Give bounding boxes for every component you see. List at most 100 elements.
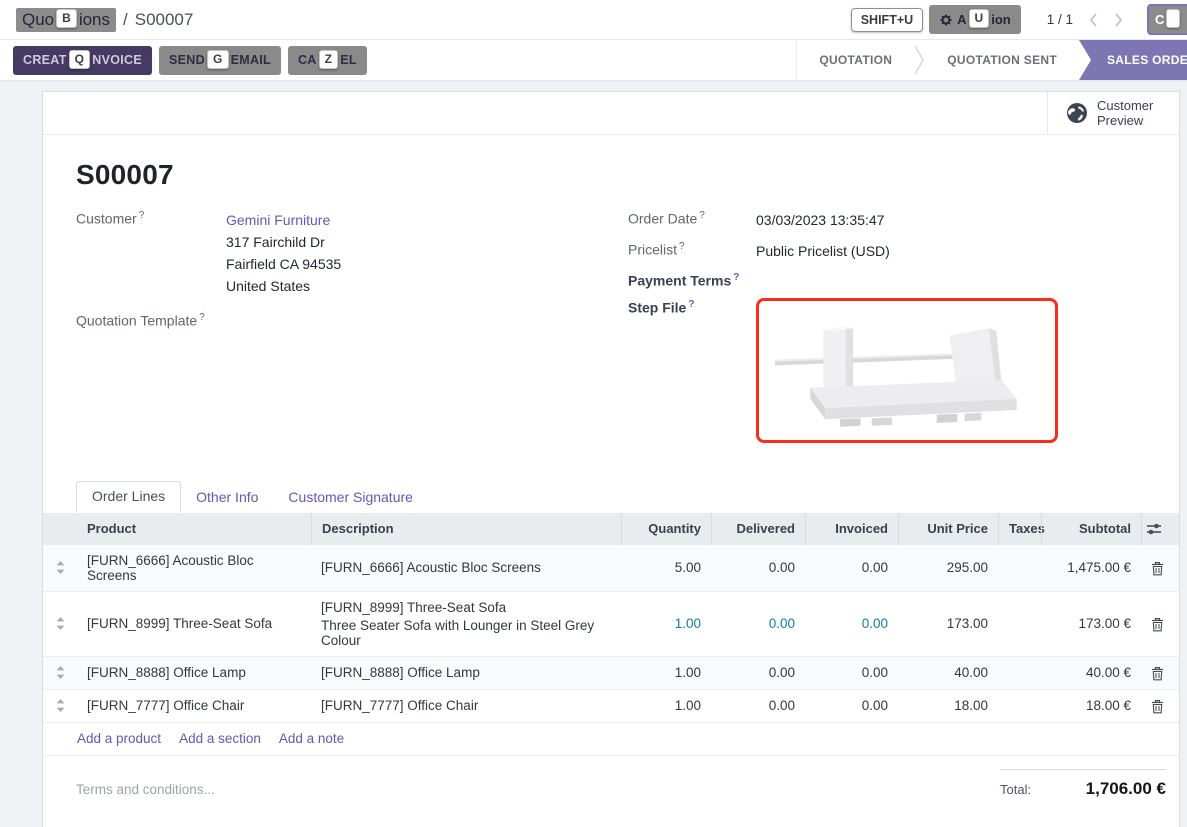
help-icon: ? [199,312,205,323]
stage-sales-order[interactable]: SALES ORDER [1079,40,1187,80]
cell-subtotal: 1,475.00 € [1041,552,1141,583]
trash-icon [1151,666,1164,681]
column-header-product[interactable]: Product [77,513,311,545]
terms-input[interactable]: Terms and conditions... [76,769,215,799]
control-panel: QuoBions / S00007 SHIFT+U AUion 1 / 1 C [0,0,1187,40]
customer-address-line: 317 Fairchild Dr [226,231,341,253]
cancel-button[interactable]: CAZEL [288,46,367,75]
action-menu-button[interactable]: AUion [929,5,1021,34]
drag-handle-icon[interactable] [43,553,77,582]
chevron-left-icon [1089,13,1098,27]
pager-next-button[interactable] [1114,13,1123,27]
order-lines-table: Product Description Quantity Delivered I… [43,513,1179,756]
cell-subtotal: 173.00 € [1041,608,1141,639]
pager-previous-button[interactable] [1089,13,1098,27]
cell-subtotal: 40.00 € [1041,657,1141,688]
create-label: C [1155,12,1164,27]
cell-taxes [998,698,1041,714]
field-grid: Customer? Gemini Furniture 317 Fairchild… [76,209,1146,452]
cell-product: [FURN_6666] Acoustic Bloc Screens [77,545,311,591]
cancel-label-post: EL [340,53,357,67]
table-row[interactable]: [FURN_8888] Office Lamp [FURN_8888] Offi… [43,657,1179,690]
stage-quotation[interactable]: QUOTATION [797,40,914,80]
tab-order-lines[interactable]: Order Lines [76,481,181,513]
pricelist-label: Pricelist? [628,240,756,262]
status-pipeline: QUOTATION QUOTATION SENT SALES ORDER [796,40,1187,80]
send-email-button[interactable]: SENDGEMAIL [159,46,281,75]
table-row[interactable]: [FURN_8999] Three-Seat Sofa [FURN_8999] … [43,592,1179,657]
cell-unit-price: 18.00 [898,690,998,721]
create-invoice-button[interactable]: CREATQNVOICE [13,46,152,75]
table-row[interactable]: [FURN_7777] Office Chair [FURN_7777] Off… [43,690,1179,723]
delete-row-button[interactable] [1141,552,1180,584]
field-column-left: Customer? Gemini Furniture 317 Fairchild… [76,209,628,452]
field-order-date: Order Date? 03/03/2023 13:35:47 [628,209,1146,231]
action-buttons: CREATQNVOICE SENDGEMAIL CAZEL [13,46,367,75]
cell-taxes [998,665,1041,681]
column-header-taxes[interactable]: Taxes [998,513,1041,545]
column-header-unit-price[interactable]: Unit Price [898,513,998,545]
stage-quotation-sent[interactable]: QUOTATION SENT [925,40,1079,80]
trash-icon [1151,617,1164,632]
create-button[interactable]: C [1147,4,1187,35]
hotkey-badge-u: U [969,9,990,28]
total-amount: 1,706.00 € [1086,779,1166,799]
cell-product: [FURN_7777] Office Chair [77,690,311,721]
breadcrumb-quotations-text-post: ions [79,10,110,30]
step-file-3d-render [767,304,1047,436]
table-header-row: Product Description Quantity Delivered I… [43,513,1179,545]
add-a-section-link[interactable]: Add a section [179,731,261,746]
column-header-delivered[interactable]: Delivered [711,513,805,545]
sheet-top-strip: Customer Preview [43,92,1179,135]
drag-handle-icon[interactable] [43,658,77,687]
pricelist-value[interactable]: Public Pricelist (USD) [756,240,890,262]
cell-delivered: 0.00 [711,552,805,583]
customer-link[interactable]: Gemini Furniture [226,212,330,228]
total-label: Total: [1000,782,1031,797]
field-pricelist: Pricelist? Public Pricelist (USD) [628,240,1146,262]
send-email-label-post: EMAIL [231,53,271,67]
trash-icon [1151,561,1164,576]
breadcrumb-quotations[interactable]: QuoBions [16,8,116,32]
add-a-product-link[interactable]: Add a product [77,731,161,746]
optional-columns-button[interactable] [1141,513,1180,545]
column-header-subtotal[interactable]: Subtotal [1041,513,1141,545]
delete-row-button[interactable] [1141,608,1180,640]
form-view: Customer Preview S00007 Customer? Gemini… [0,81,1187,827]
drag-handle-icon[interactable] [43,691,77,720]
column-header-invoiced[interactable]: Invoiced [805,513,898,545]
cell-invoiced: 0.00 [805,608,898,639]
help-icon: ? [699,210,705,221]
sheet-body: S00007 Customer? Gemini Furniture 317 Fa… [43,135,1179,513]
cell-product: [FURN_8888] Office Lamp [77,657,311,688]
create-invoice-label-post: NVOICE [92,53,142,67]
field-column-right: Order Date? 03/03/2023 13:35:47 Pricelis… [628,209,1146,452]
cell-description: [FURN_8999] Three-Seat SofaThree Seater … [311,592,621,656]
tab-other-info[interactable]: Other Info [181,483,273,513]
step-file-image[interactable] [756,298,1058,443]
column-header-quantity[interactable]: Quantity [621,513,711,545]
cancel-label-pre: CA [298,53,317,67]
delete-row-button[interactable] [1141,690,1180,722]
cell-subtotal: 18.00 € [1041,690,1141,721]
sheet-footer: Terms and conditions... Total: 1,706.00 … [43,756,1179,799]
order-total: Total: 1,706.00 € [1000,769,1166,799]
breadcrumb-separator: / [123,10,128,30]
add-a-note-link[interactable]: Add a note [279,731,344,746]
cell-delivered: 0.00 [711,690,805,721]
order-date-value[interactable]: 03/03/2023 13:35:47 [756,209,884,231]
hotkey-badge-g: G [207,50,229,69]
cell-quantity: 5.00 [621,552,711,583]
cell-quantity: 1.00 [621,608,711,639]
tab-customer-signature[interactable]: Customer Signature [273,483,428,513]
table-row[interactable]: [FURN_6666] Acoustic Bloc Screens [FURN_… [43,545,1179,592]
customer-preview-button[interactable]: Customer Preview [1047,92,1179,134]
column-header-description[interactable]: Description [311,513,621,545]
hotkey-badge-q: Q [69,50,91,69]
send-email-label-pre: SEND [169,53,205,67]
drag-handle-icon[interactable] [43,609,77,638]
customer-value: Gemini Furniture 317 Fairchild Dr Fairfi… [226,209,341,297]
delete-row-button[interactable] [1141,657,1180,689]
cell-quantity: 1.00 [621,690,711,721]
help-icon: ? [679,241,685,252]
